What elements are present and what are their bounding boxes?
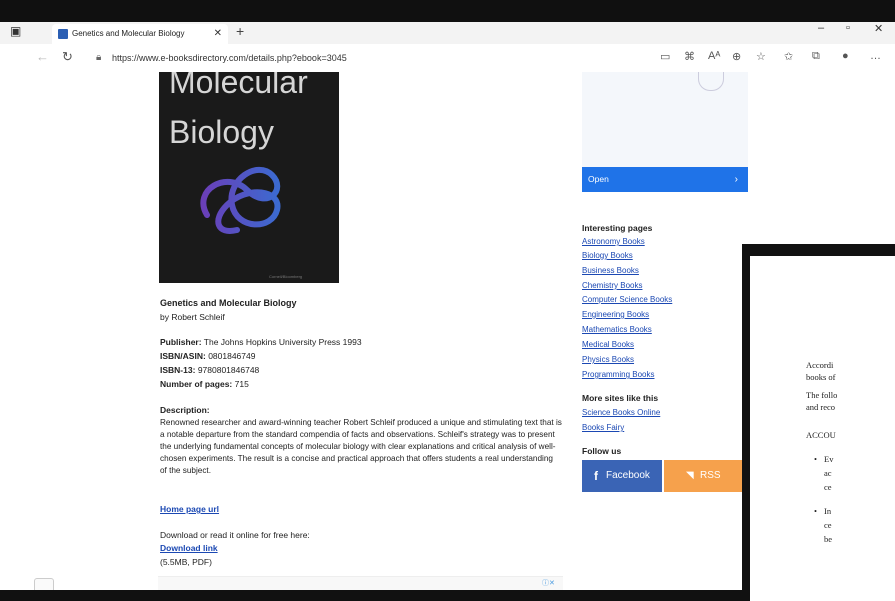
ad-close-icon[interactable]: ⓘ✕	[542, 578, 555, 588]
facebook-button[interactable]: f Facebook	[582, 460, 662, 492]
ad-strip	[158, 576, 563, 591]
favorite-icon[interactable]: ☆	[756, 50, 766, 63]
favicon-icon	[58, 29, 68, 39]
document-page[interactable]: Accordi books of The follo and reco ACCO…	[750, 256, 895, 601]
isbn13-row: ISBN-13: 9780801846748	[160, 365, 259, 375]
restore-button[interactable]: ▫	[846, 22, 850, 34]
publisher-label: Publisher:	[160, 337, 202, 347]
new-tab-button[interactable]: +	[236, 23, 244, 39]
doc-bullet-line: Ev	[824, 454, 834, 464]
isbn-row: ISBN/ASIN: 0801846749	[160, 351, 255, 361]
browser-tab[interactable]: Genetics and Molecular Biology ✕	[52, 24, 228, 44]
doc-line: and reco	[806, 402, 836, 412]
cover-title-line2: Biology	[169, 114, 274, 150]
sidebar-link-programming[interactable]: Programming Books	[582, 370, 654, 379]
doc-bullet-line: be	[824, 534, 833, 544]
chevron-right-icon: ›	[734, 174, 738, 185]
tab-title: Genetics and Molecular Biology	[72, 29, 185, 38]
publisher-value: The Johns Hopkins University Press 1993	[203, 337, 362, 347]
tab-close-icon[interactable]: ✕	[214, 24, 222, 44]
publisher-row: Publisher: The Johns Hopkins University …	[160, 337, 362, 347]
isbn-label: ISBN/ASIN:	[160, 351, 206, 361]
facebook-label: Facebook	[606, 470, 650, 481]
knot-illustration-icon	[200, 166, 281, 234]
apps-icon[interactable]: ⌘	[684, 50, 695, 63]
download-text: Download or read it online for free here…	[160, 530, 310, 540]
sidebar-link-physics[interactable]: Physics Books	[582, 355, 634, 364]
facebook-icon: f	[594, 469, 598, 483]
home-page-link[interactable]: Home page url	[160, 504, 219, 514]
tab-actions-icon[interactable]: ▣	[10, 24, 21, 38]
more-menu-icon[interactable]: …	[870, 50, 881, 62]
isbn-value: 0801846749	[208, 351, 256, 361]
window-top-frame	[0, 0, 895, 22]
doc-bullet-line: ac	[824, 468, 832, 478]
open-button-label: Open	[588, 174, 609, 184]
pages-row: Number of pages: 715	[160, 379, 249, 389]
sidebar-link-business[interactable]: Business Books	[582, 266, 639, 275]
sidebar-link-mathematics[interactable]: Mathematics Books	[582, 325, 652, 334]
url-text: https://www.e-booksdirectory.com/details…	[112, 53, 347, 63]
isbn13-value: 9780801846748	[197, 365, 260, 375]
sidebar-link-astronomy[interactable]: Astronomy Books	[582, 237, 645, 246]
sidebar-link-computer-science[interactable]: Computer Science Books	[582, 295, 672, 304]
collections-icon[interactable]: ⧉	[812, 50, 820, 63]
follow-us-heading: Follow us	[582, 446, 622, 456]
more-site-link-books-fairy[interactable]: Books Fairy	[582, 423, 624, 432]
isbn13-label: ISBN-13:	[160, 365, 196, 375]
bullet-icon: •	[814, 454, 817, 464]
more-sites-heading: More sites like this	[582, 393, 659, 403]
doc-bullet-line: ce	[824, 482, 832, 492]
back-icon[interactable]: ←	[36, 49, 49, 64]
rss-button[interactable]: ◥ RSS	[664, 460, 744, 492]
doc-heading: ACCOU	[806, 430, 836, 440]
sidebar-link-medical[interactable]: Medical Books	[582, 340, 634, 349]
doc-bullet-line: In	[824, 506, 832, 516]
rss-label: RSS	[700, 470, 721, 481]
read-aloud-icon[interactable]: Aᴬ	[708, 50, 720, 62]
pages-value: 715	[234, 379, 249, 389]
book-cover[interactable]: Molecular Biology Cornell/Bloomberg	[159, 72, 339, 283]
doc-line: The follo	[806, 390, 838, 400]
bullet-icon: •	[814, 506, 817, 516]
minimize-button[interactable]: –	[818, 22, 824, 34]
profile-icon[interactable]: ●	[842, 50, 849, 62]
refresh-icon[interactable]: ↻	[62, 49, 73, 65]
favorites-list-icon[interactable]: ✩	[784, 50, 793, 63]
sidebar-ad[interactable]	[582, 72, 748, 167]
sidebar-link-biology[interactable]: Biology Books	[582, 251, 633, 260]
book-author: by Robert Schleif	[160, 312, 225, 322]
rss-icon: ◥	[686, 470, 694, 481]
description-text: Renowned researcher and award-winning te…	[160, 418, 562, 475]
doc-line: Accordi	[806, 360, 834, 370]
cover-publisher-mark: Cornell/Bloomberg	[269, 274, 303, 279]
ad-logo-icon	[698, 72, 724, 91]
sidebar-link-engineering[interactable]: Engineering Books	[582, 310, 649, 319]
read-view-icon[interactable]: ▭	[660, 50, 670, 63]
interesting-pages-heading: Interesting pages	[582, 223, 653, 233]
doc-bullet-line: ce	[824, 520, 832, 530]
close-window-button[interactable]: ✕	[874, 22, 883, 35]
download-link[interactable]: Download link	[160, 543, 218, 553]
book-title: Genetics and Molecular Biology	[160, 298, 297, 308]
window-bottom-frame	[0, 590, 742, 601]
description-label: Description:	[160, 405, 210, 415]
home-page-link-text[interactable]: Home page url	[160, 504, 219, 514]
doc-line: books of	[806, 372, 836, 382]
zoom-icon[interactable]: ⊕	[732, 50, 741, 63]
sidebar-link-chemistry[interactable]: Chemistry Books	[582, 281, 642, 290]
download-size: (5.5MB, PDF)	[160, 557, 212, 567]
more-site-link-science-books[interactable]: Science Books Online	[582, 408, 660, 417]
download-link-text[interactable]: Download link	[160, 543, 218, 553]
open-button[interactable]: Open ›	[582, 167, 748, 192]
address-bar[interactable]: 🔒︎ https://www.e-booksdirectory.com/deta…	[92, 48, 652, 68]
lock-icon: 🔒︎	[96, 52, 102, 63]
pages-label: Number of pages:	[160, 379, 233, 389]
cover-title-line1: Molecular	[169, 72, 308, 100]
